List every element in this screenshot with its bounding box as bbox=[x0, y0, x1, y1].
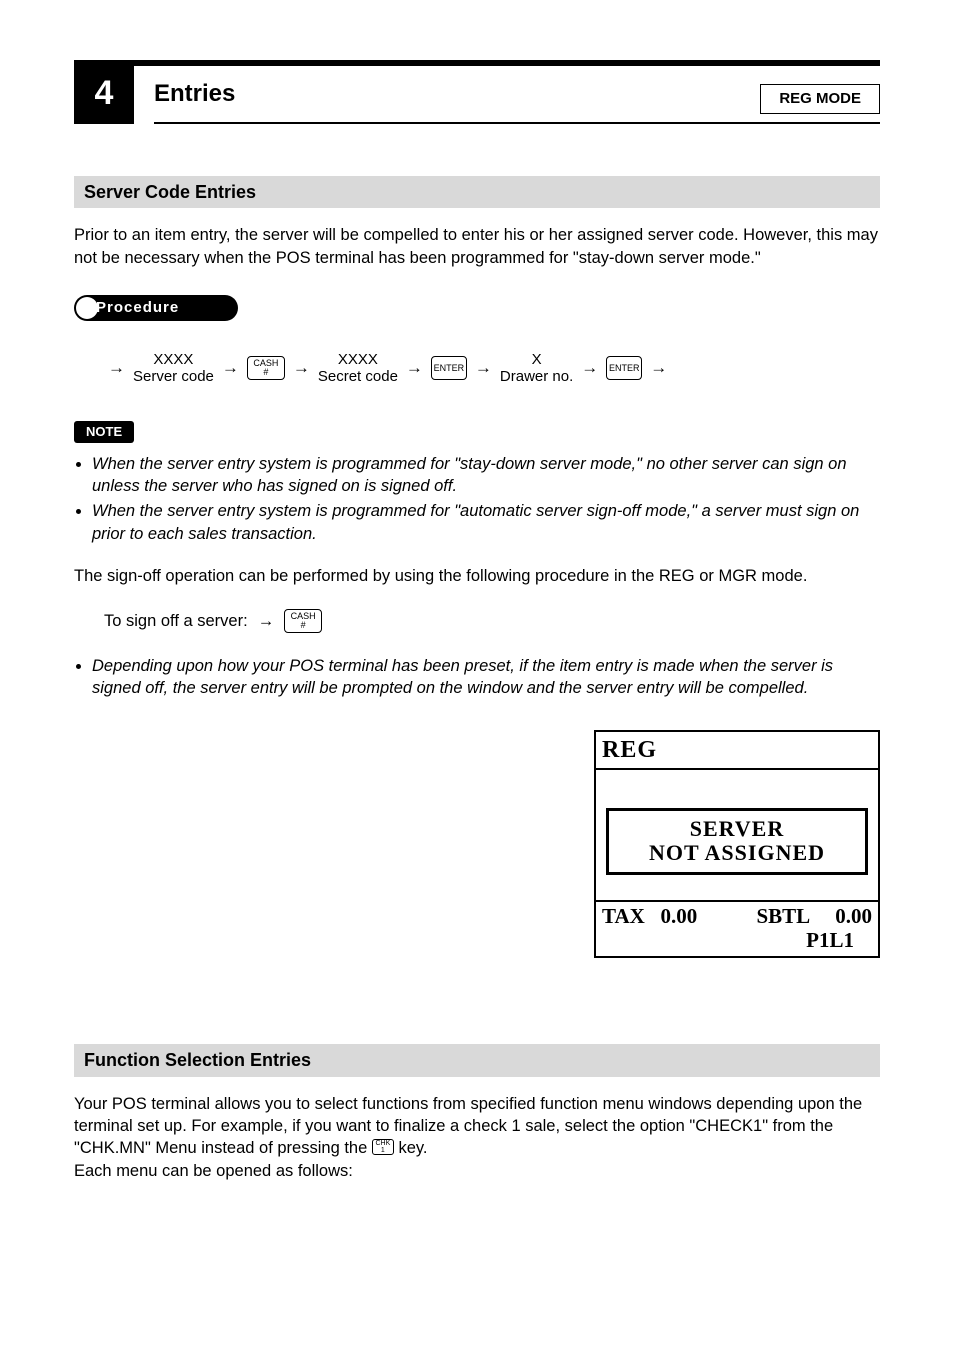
pos-status-bar: TAX 0.00 SBTL 0.00 P1L1 bbox=[596, 900, 878, 956]
note-item: Depending upon how your POS terminal has… bbox=[92, 655, 880, 700]
procedure-flow: → XXXX Server code → CASH # → XXXX Secre… bbox=[104, 351, 880, 386]
key-line2: # bbox=[301, 621, 306, 630]
arrow-icon: → bbox=[218, 357, 243, 380]
pos-screen-illustration: REG SERVER NOT ASSIGNED TAX 0.00 SBTL bbox=[594, 730, 880, 959]
chapter-number-box: 4 bbox=[74, 64, 134, 124]
key-line2: # bbox=[263, 368, 268, 377]
chapter-header: 4 Entries REG MODE bbox=[74, 60, 880, 130]
pos-message-box: SERVER NOT ASSIGNED bbox=[606, 808, 868, 874]
pos-message-line1: SERVER bbox=[609, 817, 865, 841]
arrow-icon: → bbox=[402, 357, 427, 380]
flow-step-drawer-no: X Drawer no. bbox=[500, 351, 573, 386]
arrow-icon: → bbox=[258, 610, 275, 632]
pos-page-indicator: P1L1 bbox=[602, 928, 872, 952]
key-cash: CASH # bbox=[284, 609, 322, 633]
signoff-procedure: To sign off a server: → CASH # bbox=[104, 609, 880, 633]
pos-tax-label: TAX bbox=[602, 904, 645, 928]
function-selection-paragraph: Your POS terminal allows you to select f… bbox=[74, 1093, 880, 1182]
pos-screen: REG SERVER NOT ASSIGNED TAX 0.00 SBTL bbox=[594, 730, 880, 959]
pos-tax-value: 0.00 bbox=[661, 904, 698, 928]
header-bar-thick bbox=[74, 60, 880, 66]
note-item: When the server entry system is programm… bbox=[92, 500, 880, 545]
arrow-icon: → bbox=[289, 357, 314, 380]
flow-step-line1: XXXX bbox=[318, 351, 398, 368]
pos-message-line2: NOT ASSIGNED bbox=[609, 841, 865, 865]
key-chk1: CHK 1 bbox=[372, 1139, 394, 1155]
key-enter: ENTER bbox=[606, 356, 642, 380]
arrow-icon: → bbox=[577, 357, 602, 380]
flow-step-line1: XXXX bbox=[133, 351, 214, 368]
pos-sbtl-label: SBTL bbox=[756, 904, 809, 928]
flow-step-line2: Server code bbox=[133, 368, 214, 385]
pos-sbtl-value: 0.00 bbox=[835, 904, 872, 928]
note-label: NOTE bbox=[74, 421, 134, 443]
pill-dot-icon bbox=[76, 297, 98, 319]
signoff-intro: The sign-off operation can be performed … bbox=[74, 565, 880, 587]
paragraph-line2: Each menu can be opened as follows: bbox=[74, 1162, 353, 1180]
mode-box: REG MODE bbox=[760, 84, 880, 114]
pos-display-area: SERVER NOT ASSIGNED bbox=[596, 770, 878, 900]
key-line2: 1 bbox=[381, 1147, 385, 1154]
paragraph-segment: key. bbox=[398, 1139, 427, 1157]
flow-step-line2: Drawer no. bbox=[500, 368, 573, 385]
chapter-title: Entries bbox=[154, 78, 235, 110]
signoff-label: To sign off a server: bbox=[104, 610, 248, 632]
section-heading-text: Server Code Entries bbox=[84, 182, 256, 202]
intro-paragraph: Prior to an item entry, the server will … bbox=[74, 224, 880, 269]
paragraph-segment: Your POS terminal allows you to select f… bbox=[74, 1095, 862, 1158]
note-list-2: Depending upon how your POS terminal has… bbox=[74, 655, 880, 700]
flow-step-secret-code: XXXX Secret code bbox=[318, 351, 398, 386]
flow-step-line1: X bbox=[500, 351, 573, 368]
header-bar-thin bbox=[154, 122, 880, 124]
key-line1: CHK bbox=[375, 1140, 390, 1147]
chapter-number: 4 bbox=[95, 71, 114, 117]
flow-step-line2: Secret code bbox=[318, 368, 398, 385]
arrow-icon: → bbox=[471, 357, 496, 380]
key-label: ENTER bbox=[609, 364, 640, 373]
section-heading-server-code: Server Code Entries bbox=[74, 176, 880, 208]
procedure-label: Procedure bbox=[74, 295, 238, 321]
arrow-icon: → bbox=[646, 357, 671, 380]
arrow-icon: → bbox=[104, 357, 129, 380]
section-heading-function-selection: Function Selection Entries bbox=[74, 1044, 880, 1076]
note-list: When the server entry system is programm… bbox=[74, 453, 880, 545]
procedure-label-text: Procedure bbox=[96, 298, 179, 318]
key-cash: CASH # bbox=[247, 356, 285, 380]
flow-step-server-code: XXXX Server code bbox=[133, 351, 214, 386]
section-heading-text: Function Selection Entries bbox=[84, 1050, 311, 1070]
pos-mode-indicator: REG bbox=[596, 732, 878, 770]
key-label: ENTER bbox=[434, 364, 465, 373]
note-item: When the server entry system is programm… bbox=[92, 453, 880, 498]
key-enter: ENTER bbox=[431, 356, 467, 380]
